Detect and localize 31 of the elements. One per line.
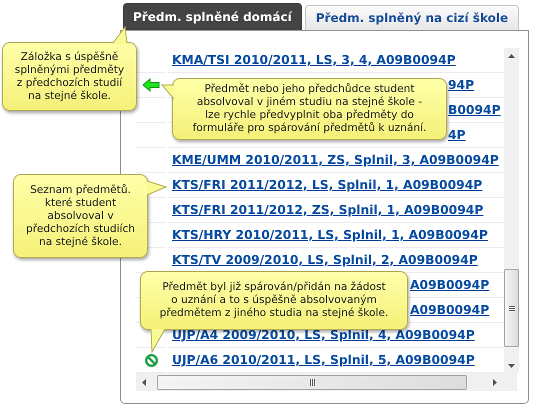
subject-link[interactable]: KTS/FRI 2011/2012, ZS, Splnil, 1, A09B0094P [172, 203, 484, 217]
left-arrow-icon[interactable] [142, 78, 160, 92]
subject-link[interactable]: KTS/TV 2009/2010, LS, Splnil, 2, A09B0094P [172, 253, 478, 267]
tooltip-pointer [162, 84, 174, 100]
left-arrow-icon[interactable] [142, 378, 146, 386]
subject-link[interactable]: A09B0094P [410, 303, 490, 317]
subject-link[interactable]: 94P [448, 78, 474, 92]
grip-icon [310, 378, 314, 386]
subject-link[interactable]: UJP/A6 2010/2011, LS, Splnil, 5, A09B0094P [172, 353, 475, 367]
tooltip: Záložka s úspěšně splněnými předměty z předchozích studií na stejné škole. [2, 42, 137, 111]
subject-link[interactable]: KTS/FRI 2011/2012, LS, Splnil, 1, A09B0094P [172, 178, 482, 192]
tooltip: Předmět byl již spárován/přidán na žádost o uznání a to s úspěšně absolvovaným předmětem z jiného studia na stejné škole. [140, 271, 408, 330]
subject-link[interactable]: UJP/A4 2009/2010, LS, Splnil, 4, A09B0094P [172, 328, 475, 342]
tab[interactable]: Předm. splněné domácí [123, 3, 302, 30]
vertical-scrollbar[interactable] [504, 48, 519, 373]
right-arrow-icon[interactable] [492, 378, 496, 386]
down-arrow-icon[interactable] [508, 364, 515, 368]
subject-link[interactable]: KMA/TSI 2010/2011, LS, 3, 4, A09B0094P [172, 53, 456, 67]
subject-link[interactable]: 4P [448, 128, 466, 142]
tooltip-pointer [149, 329, 167, 353]
horizontal-scrollbar[interactable] [136, 373, 517, 391]
subject-link[interactable]: KTS/HRY 2010/2011, LS, Splnil, 1, A09B0094P [172, 228, 488, 242]
tooltip-pointer [147, 179, 167, 197]
grip-icon [508, 306, 514, 310]
up-arrow-icon[interactable] [508, 54, 515, 58]
subject-link[interactable]: A09B0094P [410, 278, 490, 292]
subject-link[interactable]: KME/UMM 2010/2011, ZS, Splnil, 3, A09B0094P [172, 153, 499, 167]
tab[interactable]: Předm. splněný na cizí škole [304, 5, 520, 30]
subject-link[interactable]: B0094P [448, 103, 501, 117]
tooltip: Seznam předmětů. které student absolvoval v předchozích studiích na stejné škole. [13, 174, 148, 258]
tooltip: Předmět nebo jeho předchůdce student absolvoval v jiném studiu na stejné škole - lze rychle předvyplnit oba předměty do formuláře pro spárování předmětů k uznání. [172, 78, 447, 140]
